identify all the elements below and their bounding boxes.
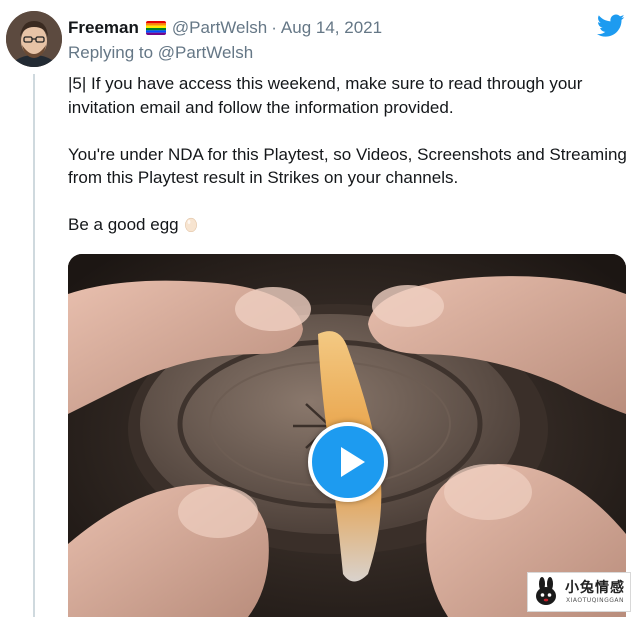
tweet-paragraph-text: Be a good egg bbox=[68, 215, 179, 234]
avatar-image bbox=[6, 11, 62, 67]
watermark-cn-text: 小兔情感 bbox=[565, 579, 625, 596]
rabbit-logo-icon bbox=[536, 577, 556, 605]
reply-handle-link[interactable]: @PartWelsh bbox=[158, 43, 253, 62]
replying-to: Replying to @PartWelsh bbox=[68, 43, 253, 63]
thread-line bbox=[33, 74, 35, 617]
tweet-paragraph: You're under NDA for this Playtest, so V… bbox=[68, 144, 627, 188]
tweet-body: |5| If you have access this weekend, mak… bbox=[68, 72, 628, 237]
play-icon bbox=[341, 447, 365, 477]
tweet-header: Freeman @PartWelsh · Aug 14, 2021 bbox=[68, 16, 382, 40]
tweet-paragraph-last: Be a good egg bbox=[68, 213, 628, 237]
watermark: 小兔情感 XIAOTUQINGGAN bbox=[527, 572, 631, 612]
play-button[interactable] bbox=[308, 422, 388, 502]
separator-dot: · bbox=[271, 18, 277, 37]
tweet-date[interactable]: Aug 14, 2021 bbox=[281, 18, 382, 38]
rainbow-flag-icon bbox=[145, 21, 166, 35]
display-name[interactable]: Freeman bbox=[68, 18, 139, 38]
tweet-paragraph: |5| If you have access this weekend, mak… bbox=[68, 74, 583, 117]
egg-icon bbox=[184, 215, 197, 233]
twitter-bird-icon[interactable] bbox=[596, 14, 625, 38]
video-player[interactable] bbox=[68, 254, 626, 617]
user-handle[interactable]: @PartWelsh bbox=[172, 18, 267, 38]
reply-prefix: Replying to bbox=[68, 43, 154, 62]
watermark-en-text: XIAOTUQINGGAN bbox=[565, 596, 625, 604]
avatar[interactable] bbox=[6, 11, 62, 67]
